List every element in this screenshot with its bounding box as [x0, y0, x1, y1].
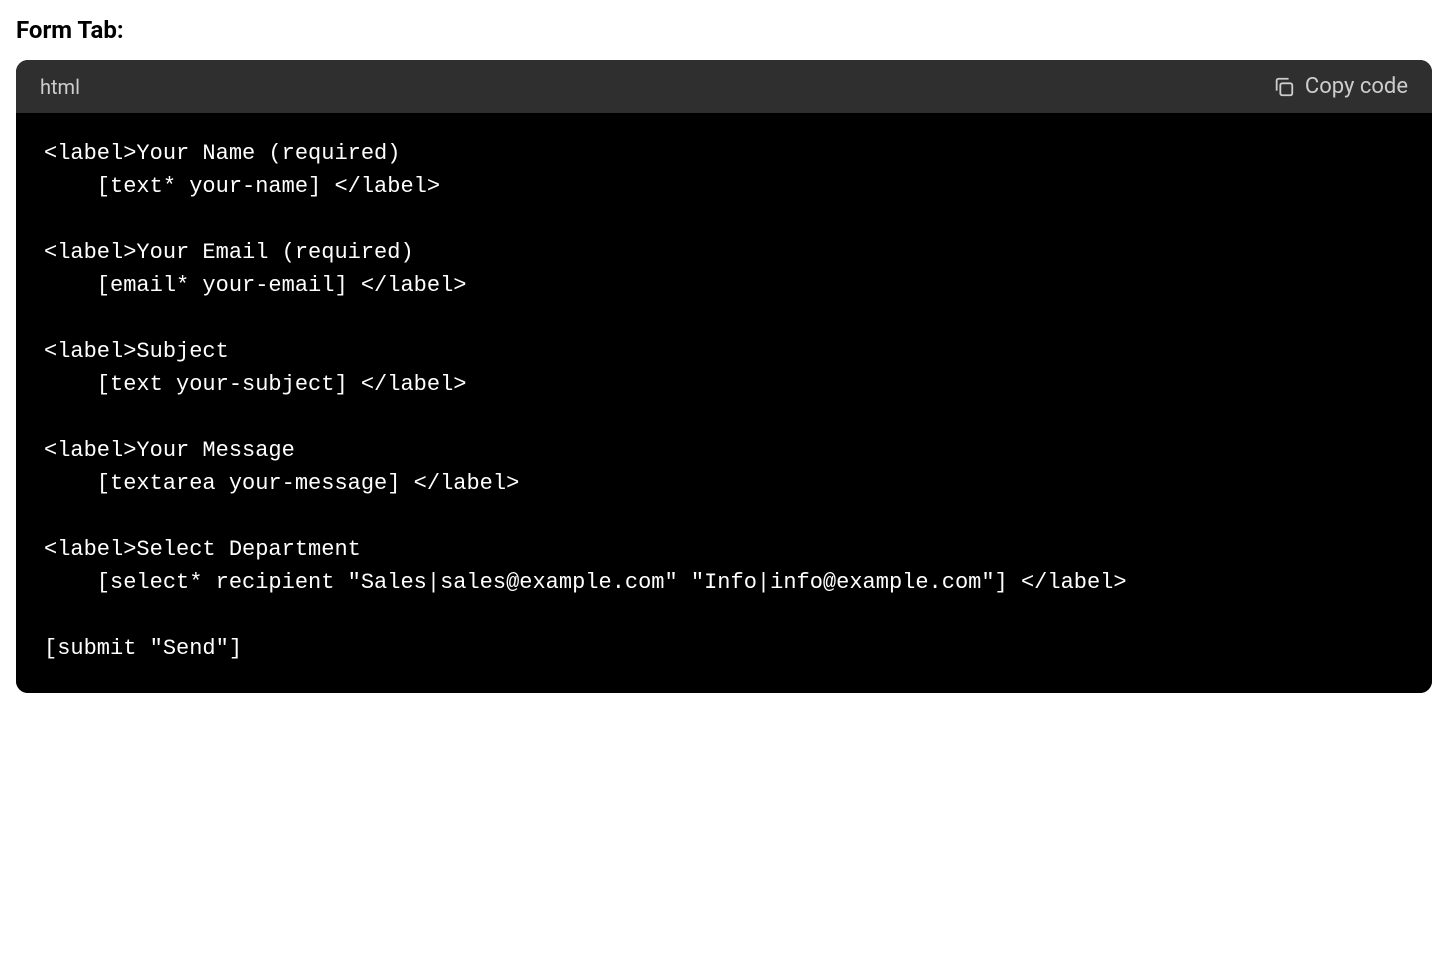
code-language-label: html — [40, 75, 80, 99]
copy-code-button[interactable]: Copy code — [1273, 74, 1408, 99]
section-heading: Form Tab: — [16, 16, 1432, 44]
copy-icon — [1273, 76, 1295, 98]
code-content: <label>Your Name (required) [text* your-… — [44, 137, 1404, 665]
copy-code-label: Copy code — [1305, 74, 1408, 99]
code-body: <label>Your Name (required) [text* your-… — [16, 113, 1432, 693]
code-block: html Copy code <label>Your Name (require… — [16, 60, 1432, 693]
code-header: html Copy code — [16, 60, 1432, 113]
